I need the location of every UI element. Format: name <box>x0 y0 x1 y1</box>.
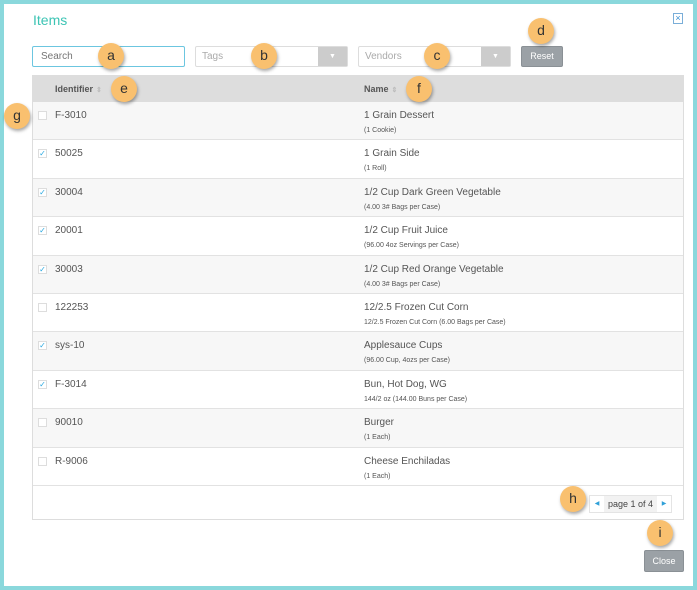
row-checkbox[interactable]: ✓ <box>38 226 47 236</box>
row-description: (4.00 3# Bags per Case) <box>364 280 441 288</box>
row-description: (96.00 Cup, 4ozs per Case) <box>364 357 450 365</box>
row-identifier: F-3014 <box>55 378 87 390</box>
row-identifier: 20001 <box>55 225 83 237</box>
tags-placeholder: Tags <box>202 51 224 62</box>
row-checkbox[interactable]: ✓ <box>38 264 47 274</box>
items-modal: Items × Tags▼ Vendors▼ Reset Identifier⇕… <box>4 4 693 586</box>
row-identifier: 30004 <box>55 186 83 198</box>
next-page-icon[interactable]: ▶ <box>657 496 671 512</box>
row-description: (1 Cookie) <box>364 127 397 134</box>
row-checkbox[interactable]: ✓ <box>38 341 47 351</box>
row-identifier: 50025 <box>55 148 83 160</box>
annotation-badge-d: d <box>528 18 554 44</box>
table-row[interactable]: ✓ F-3014 Bun, Hot Dog, WG 144/2 oz (144.… <box>33 371 683 410</box>
annotation-badge-g: g <box>4 103 30 129</box>
row-description: (4.00 3# Bags per Case) <box>364 203 441 211</box>
identifier-header-label: Identifier <box>55 84 94 94</box>
modal-title: Items <box>33 12 68 28</box>
row-identifier: 30003 <box>55 263 83 275</box>
row-description: (1 Roll) <box>364 165 387 173</box>
name-header-label: Name <box>364 84 389 94</box>
table-row[interactable]: R-9006 Cheese Enchiladas (1 Each) <box>33 448 683 486</box>
row-name: Cheese Enchiladas <box>364 455 451 467</box>
table-row[interactable]: ✓ 20001 1/2 Cup Fruit Juice (96.00 4oz S… <box>33 217 683 256</box>
table-row[interactable]: ✓ 30004 1/2 Cup Dark Green Vegetable (4.… <box>33 178 683 218</box>
row-description: 144/2 oz (144.00 Buns per Case) <box>364 395 468 403</box>
row-identifier: 90010 <box>55 417 83 429</box>
row-name: 12/2.5 Frozen Cut Corn <box>364 301 469 313</box>
table-row[interactable]: 90010 Burger (1 Each) <box>33 409 683 448</box>
sort-icon: ⇕ <box>96 87 102 94</box>
row-description: 12/2.5 Frozen Cut Corn (6.00 Bags per Ca… <box>364 318 506 326</box>
prev-page-icon[interactable]: ◀ <box>590 496 604 512</box>
chevron-down-icon[interactable]: ▼ <box>481 47 510 66</box>
identifier-column-header[interactable]: Identifier ⇕ <box>55 84 102 94</box>
row-checkbox[interactable] <box>38 456 47 466</box>
table-row[interactable]: F-3010 1 Grain Dessert (1 Cookie) <box>33 102 683 141</box>
row-name: Bun, Hot Dog, WG <box>364 378 447 390</box>
row-checkbox[interactable]: ✓ <box>38 379 47 389</box>
row-identifier: sys-10 <box>55 340 85 352</box>
chevron-down-icon[interactable]: ▼ <box>318 47 347 66</box>
annotation-badge-h: h <box>560 486 586 512</box>
table-row[interactable]: ✓ 30003 1/2 Cup Red Orange Vegetable (4.… <box>33 255 683 294</box>
table-row[interactable]: ✓ 50025 1 Grain Side (1 Roll) <box>33 140 683 179</box>
row-description: (1 Each) <box>364 472 391 480</box>
annotation-badge-i: i <box>647 520 673 546</box>
annotation-badge-f: f <box>406 76 432 102</box>
row-description: (96.00 4oz Servings per Case) <box>364 242 459 250</box>
row-identifier: 122253 <box>55 301 89 313</box>
row-name: 1/2 Cup Dark Green Vegetable <box>364 186 501 198</box>
row-checkbox[interactable]: ✓ <box>38 149 47 159</box>
items-table: Identifier ⇕ Name ⇕ F-3010 1 Grain Dessert… <box>32 75 684 520</box>
row-identifier: R-9006 <box>55 455 88 467</box>
row-identifier: F-3010 <box>55 110 87 121</box>
sort-icon: ⇕ <box>391 87 398 94</box>
table-body: F-3010 1 Grain Dessert (1 Cookie) ✓ 50025… <box>33 102 683 486</box>
row-name: Burger <box>364 417 395 429</box>
vendors-placeholder: Vendors <box>365 51 402 62</box>
close-x-icon[interactable]: × <box>673 13 683 24</box>
table-row[interactable]: ✓ sys-10 Applesauce Cups (96.00 Cup, 4oz… <box>33 332 683 371</box>
annotation-badge-c: c <box>424 43 450 69</box>
annotation-badge-b: b <box>251 43 277 69</box>
table-row[interactable]: 122253 12/2.5 Frozen Cut Corn 12/2.5 Fro… <box>33 294 683 333</box>
row-name: 1/2 Cup Red Orange Vegetable <box>364 263 504 275</box>
page-label: page 1 of 4 <box>604 496 658 512</box>
annotation-badge-a: a <box>98 43 124 69</box>
row-name: Applesauce Cups <box>364 340 443 352</box>
row-checkbox[interactable]: ✓ <box>38 187 47 197</box>
row-checkbox[interactable] <box>38 302 47 312</box>
row-checkbox[interactable] <box>38 111 47 120</box>
row-description: (1 Each) <box>364 434 391 442</box>
close-button[interactable]: Close <box>644 550 684 572</box>
row-name: 1 Grain Dessert <box>364 110 435 121</box>
name-column-header[interactable]: Name ⇕ <box>364 84 397 94</box>
row-name: 1 Grain Side <box>364 148 420 160</box>
reset-button[interactable]: Reset <box>521 46 563 67</box>
pagination: ◀ page 1 of 4 ▶ <box>589 495 673 513</box>
row-checkbox[interactable] <box>38 418 47 428</box>
annotation-badge-e: e <box>111 76 137 102</box>
row-name: 1/2 Cup Fruit Juice <box>364 225 448 237</box>
